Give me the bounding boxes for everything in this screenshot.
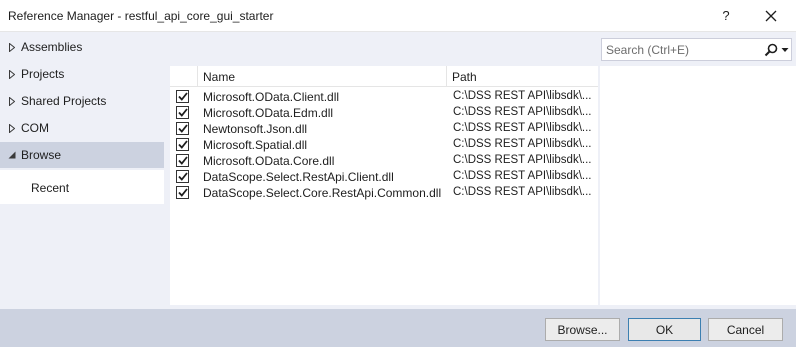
- collapse-arrow-icon: [8, 150, 16, 160]
- expand-arrow-icon: [8, 69, 16, 79]
- nav-item-label: COM: [21, 121, 49, 135]
- reference-name: DataScope.Select.RestApi.Client.dll: [203, 170, 394, 184]
- search-icon[interactable]: [764, 43, 778, 57]
- checkmark-icon: [177, 92, 188, 101]
- reference-path: C:\DSS REST API\libsdk\...: [453, 170, 592, 182]
- reference-name: DataScope.Select.Core.RestApi.Common.dll: [203, 186, 442, 200]
- help-button[interactable]: ?: [711, 4, 741, 28]
- column-header-name[interactable]: Name: [198, 66, 447, 86]
- expand-arrow-icon: [8, 123, 16, 133]
- reference-list: Name Path Microsoft.OData.Client.dll C:\…: [170, 66, 598, 305]
- reference-path: C:\DSS REST API\libsdk\...: [453, 154, 592, 166]
- column-header-label: Name: [203, 70, 236, 84]
- search-box: [601, 38, 792, 61]
- reference-path: C:\DSS REST API\libsdk\...: [453, 186, 592, 198]
- checkmark-icon: [177, 188, 188, 197]
- list-row[interactable]: Microsoft.OData.Core.dll C:\DSS REST API…: [170, 153, 598, 169]
- reference-name: Microsoft.OData.Client.dll: [203, 90, 340, 104]
- reference-checkbox[interactable]: [176, 186, 189, 199]
- nav-item-label: Browse: [21, 148, 62, 162]
- column-header-check: [170, 66, 198, 86]
- nav-item-assemblies[interactable]: Assemblies: [0, 34, 164, 60]
- nav-item-label: Assemblies: [21, 40, 83, 54]
- nav-item-browse[interactable]: Browse: [0, 142, 164, 168]
- details-panel: [600, 66, 796, 305]
- nav-item-label: Projects: [21, 67, 65, 81]
- reference-name: Newtonsoft.Json.dll: [203, 122, 308, 136]
- ok-button[interactable]: OK: [628, 318, 701, 341]
- reference-name: Microsoft.OData.Edm.dll: [203, 106, 334, 120]
- reference-checkbox[interactable]: [176, 122, 189, 135]
- reference-path: C:\DSS REST API\libsdk\...: [453, 122, 592, 134]
- checkmark-icon: [177, 156, 188, 165]
- close-button[interactable]: [756, 4, 786, 28]
- expand-arrow-icon: [8, 96, 16, 106]
- reference-checkbox[interactable]: [176, 106, 189, 119]
- window-title: Reference Manager - restful_api_core_gui…: [8, 9, 274, 23]
- reference-path: C:\DSS REST API\libsdk\...: [453, 106, 592, 118]
- nav-item-shared-projects[interactable]: Shared Projects: [0, 88, 164, 114]
- reference-checkbox[interactable]: [176, 90, 189, 103]
- list-row[interactable]: DataScope.Select.RestApi.Client.dll C:\D…: [170, 169, 598, 185]
- list-row[interactable]: Newtonsoft.Json.dll C:\DSS REST API\libs…: [170, 121, 598, 137]
- reference-path: C:\DSS REST API\libsdk\...: [453, 90, 592, 102]
- checkmark-icon: [177, 124, 188, 133]
- nav-subitem-label: Recent: [31, 181, 70, 195]
- column-header-label: Path: [452, 70, 477, 84]
- search-input[interactable]: [606, 41, 761, 58]
- reference-checkbox[interactable]: [176, 170, 189, 183]
- reference-checkbox[interactable]: [176, 154, 189, 167]
- checkmark-icon: [177, 108, 188, 117]
- checkmark-icon: [177, 172, 188, 181]
- list-header: Name Path: [170, 66, 598, 87]
- nav-item-projects[interactable]: Projects: [0, 61, 164, 87]
- nav-item-label: Shared Projects: [21, 94, 107, 108]
- dialog-body: Assemblies Projects Shared Projects COM …: [0, 32, 796, 309]
- list-row[interactable]: DataScope.Select.Core.RestApi.Common.dll…: [170, 185, 598, 201]
- dialog-footer: Browse... OK Cancel: [0, 309, 796, 347]
- reference-path: C:\DSS REST API\libsdk\...: [453, 138, 592, 150]
- list-row[interactable]: Microsoft.Spatial.dll C:\DSS REST API\li…: [170, 137, 598, 153]
- list-row[interactable]: Microsoft.OData.Edm.dll C:\DSS REST API\…: [170, 105, 598, 121]
- checkmark-icon: [177, 140, 188, 149]
- nav-subitem-recent[interactable]: Recent: [0, 170, 164, 204]
- category-nav: Assemblies Projects Shared Projects COM …: [0, 32, 166, 309]
- reference-name: Microsoft.Spatial.dll: [203, 138, 308, 152]
- expand-arrow-icon: [8, 42, 16, 52]
- nav-item-com[interactable]: COM: [0, 115, 164, 141]
- title-bar: Reference Manager - restful_api_core_gui…: [0, 0, 796, 32]
- chevron-down-icon[interactable]: [781, 47, 789, 53]
- list-row[interactable]: Microsoft.OData.Client.dll C:\DSS REST A…: [170, 89, 598, 105]
- reference-name: Microsoft.OData.Core.dll: [203, 154, 335, 168]
- close-icon: [765, 10, 777, 22]
- cancel-button[interactable]: Cancel: [708, 318, 783, 341]
- column-header-path[interactable]: Path: [447, 66, 598, 86]
- reference-checkbox[interactable]: [176, 138, 189, 151]
- browse-button[interactable]: Browse...: [545, 318, 620, 341]
